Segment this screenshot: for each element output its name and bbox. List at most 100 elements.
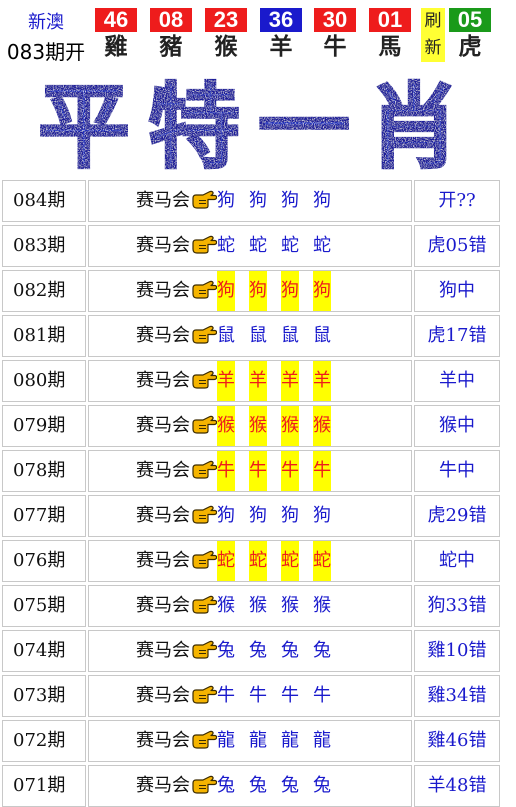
predicted-zodiac: 蛇: [217, 541, 235, 581]
predicted-zodiac-list: 兔兔兔兔: [217, 766, 331, 806]
pointing-hand-icon: [192, 550, 217, 569]
issue-cell: 071期: [2, 765, 86, 807]
predicted-zodiac-list: 蛇蛇蛇蛇: [217, 226, 331, 266]
issue-cell: 082期: [2, 270, 86, 312]
pointing-hand-icon: [192, 730, 217, 749]
issue-cell: 077期: [2, 495, 86, 537]
predicted-zodiac: 牛: [217, 451, 235, 491]
source-label: 赛马会: [136, 685, 190, 706]
result-cell: 猴中: [414, 405, 500, 447]
predicted-zodiac: 猴: [217, 406, 235, 446]
predicted-zodiac: 蛇: [281, 235, 299, 256]
predicted-zodiac-list: 狗狗狗狗: [217, 181, 331, 221]
drawn-ball: 01 馬: [369, 8, 411, 62]
source-label: 赛马会: [136, 415, 190, 436]
result-cell: 狗33错: [414, 585, 500, 627]
source-label: 赛马会: [136, 190, 190, 211]
predicted-zodiac: 蛇: [313, 235, 331, 256]
banner-calligraphy-title: 平特一肖: [37, 72, 462, 180]
pointing-hand-icon: [192, 370, 217, 389]
predicted-zodiac: 猴: [249, 595, 267, 616]
predicted-zodiac-list: 鼠鼠鼠鼠: [217, 316, 331, 356]
predicted-zodiac: 猴: [281, 406, 299, 446]
predicted-zodiac-list: 猴猴猴猴: [217, 406, 331, 446]
predicted-zodiac: 鼠: [281, 325, 299, 346]
predicted-zodiac: 鼠: [249, 325, 267, 346]
refresh-button[interactable]: 刷 新: [421, 8, 445, 62]
predicted-zodiac: 兔: [217, 775, 235, 796]
predicted-zodiac: 兔: [313, 640, 331, 661]
source-label: 赛马会: [136, 505, 190, 526]
pointing-hand-icon: [192, 685, 217, 704]
result-cell: 虎29错: [414, 495, 500, 537]
pointing-hand-icon: [192, 640, 217, 659]
region-label: 新澳: [28, 12, 64, 33]
issue-cell: 076期: [2, 540, 86, 582]
result-cell: 雞10错: [414, 630, 500, 672]
predicted-zodiac: 狗: [217, 190, 235, 211]
pointing-hand-icon: [192, 235, 217, 254]
prediction-cell: 赛马会蛇蛇蛇蛇: [88, 540, 412, 582]
result-cell: 雞34错: [414, 675, 500, 717]
table-row: 079期 赛马会猴猴猴猴猴中: [2, 405, 514, 447]
result-cell: 羊48错: [414, 765, 500, 807]
prediction-cell: 赛马会 狗狗狗狗: [88, 180, 412, 222]
source-label: 赛马会: [136, 370, 190, 391]
ball-number: 01: [369, 8, 411, 32]
predicted-zodiac-list: 狗狗狗狗: [217, 496, 331, 536]
drawn-ball: 30 牛: [314, 8, 356, 62]
table-row: 071期 赛马会兔兔兔兔羊48错: [2, 765, 514, 807]
prediction-cell: 赛马会狗狗狗狗: [88, 270, 412, 312]
source-label: 赛马会: [136, 280, 190, 301]
result-cell: 虎05错: [414, 225, 500, 267]
predicted-zodiac: 狗: [313, 505, 331, 526]
table-row: 073期 赛马会牛牛牛牛雞34错: [2, 675, 514, 717]
prediction-cell: 赛马会鼠鼠鼠鼠: [88, 315, 412, 357]
predicted-zodiac: 龍: [249, 730, 267, 751]
predicted-zodiac-list: 龍龍龍龍: [217, 721, 331, 761]
result-cell: 虎17错: [414, 315, 500, 357]
predicted-zodiac-list: 蛇蛇蛇蛇: [217, 541, 331, 581]
predicted-zodiac: 猴: [313, 595, 331, 616]
prediction-cell: 赛马会牛牛牛牛: [88, 450, 412, 492]
ball-zodiac: 猴: [214, 33, 238, 60]
source-label: 赛马会: [136, 235, 190, 256]
predicted-zodiac: 猴: [281, 595, 299, 616]
predicted-zodiac: 狗: [313, 271, 331, 311]
special-ball-zodiac: 虎: [458, 33, 482, 60]
predicted-zodiac: 羊: [281, 361, 299, 401]
refresh-label-line1: 刷: [424, 11, 442, 31]
predicted-zodiac: 蛇: [313, 541, 331, 581]
predicted-zodiac-list: 猴猴猴猴: [217, 586, 331, 626]
pointing-hand-icon: [192, 460, 217, 479]
issue-cell: 083期: [2, 225, 86, 267]
issue-cell: 081期: [2, 315, 86, 357]
predicted-zodiac-list: 羊羊羊羊: [217, 361, 331, 401]
table-row: 072期 赛马会龍龍龍龍雞46错: [2, 720, 514, 762]
result-cell: 羊中: [414, 360, 500, 402]
source-label: 赛马会: [136, 640, 190, 661]
predicted-zodiac: 狗: [217, 271, 235, 311]
pointing-hand-icon: [192, 190, 217, 209]
predicted-zodiac: 蛇: [249, 235, 267, 256]
draw-result-header: 新澳 083期开 46 雞 08 豬 23 猴 36 羊 30 牛 01 馬 05 虎 刷 新: [0, 0, 516, 66]
predicted-zodiac: 鼠: [217, 325, 235, 346]
pointing-hand-icon: [192, 505, 217, 524]
issue-cell: 079期: [2, 405, 86, 447]
predicted-zodiac: 兔: [313, 775, 331, 796]
ball-zodiac: 馬: [378, 33, 402, 60]
source-label: 赛马会: [136, 460, 190, 481]
predicted-zodiac: 狗: [249, 505, 267, 526]
predicted-zodiac: 羊: [313, 361, 331, 401]
drawn-ball: 08 豬: [150, 8, 192, 62]
table-row: 078期 赛马会牛牛牛牛牛中: [2, 450, 514, 492]
prediction-cell: 赛马会龍龍龍龍: [88, 720, 412, 762]
issue-cell: 075期: [2, 585, 86, 627]
ball-number: 36: [260, 8, 302, 32]
predicted-zodiac: 狗: [249, 271, 267, 311]
predicted-zodiac: 狗: [249, 190, 267, 211]
pointing-hand-icon: [192, 325, 217, 344]
pointing-hand-icon: [192, 595, 217, 614]
prediction-cell: 赛马会 羊羊羊羊: [88, 360, 412, 402]
predicted-zodiac-list: 牛牛牛牛: [217, 676, 331, 716]
